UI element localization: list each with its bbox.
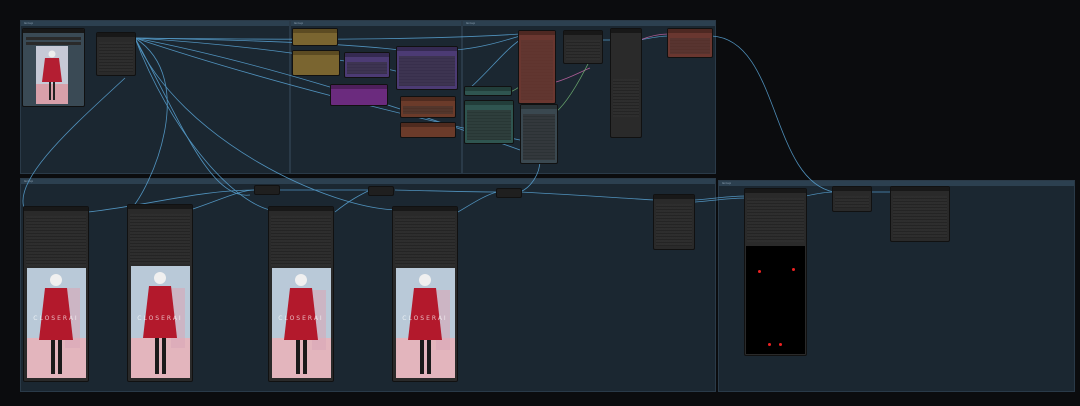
pose-keypoint — [758, 270, 761, 273]
output-image-4: CLOSERAI — [396, 268, 455, 378]
node-graph-canvas[interactable]: Group Group Group Group Group CLOSERAI C… — [0, 0, 1080, 406]
output-image-2: CLOSERAI — [131, 266, 190, 378]
teal-node-1[interactable] — [464, 86, 512, 96]
svg-text:CLOSERAI: CLOSERAI — [137, 315, 182, 322]
yellow-node-1[interactable] — [292, 28, 338, 46]
group-title: Group — [294, 21, 304, 25]
group-bottom-main[interactable]: Group — [20, 178, 716, 392]
yellow-node-2[interactable] — [292, 50, 340, 76]
svg-text:CLOSERAI: CLOSERAI — [402, 315, 447, 322]
pose-preview-image — [746, 246, 805, 354]
dark-node-1[interactable] — [96, 32, 136, 76]
output-image-3: CLOSERAI — [272, 268, 331, 378]
purple-node-1[interactable] — [344, 52, 390, 78]
svg-text:CLOSERAI: CLOSERAI — [33, 315, 78, 322]
group-title: Group — [24, 21, 34, 25]
pose-keypoint — [768, 343, 771, 346]
reroute-node-3[interactable] — [496, 188, 522, 198]
orange-node-2[interactable] — [400, 122, 456, 138]
red-node-large[interactable] — [518, 30, 556, 104]
source-image-thumbnail — [36, 46, 68, 104]
output-image-1: CLOSERAI — [27, 268, 86, 378]
slate-node[interactable] — [520, 104, 558, 164]
dark-node-3[interactable] — [653, 194, 695, 250]
purple-node-2[interactable] — [396, 46, 458, 90]
dark-node-tall[interactable] — [610, 28, 642, 138]
red-node-right[interactable] — [667, 28, 713, 58]
group-title: Group — [722, 181, 732, 185]
group-title: Group — [466, 21, 476, 25]
dark-node-4[interactable] — [832, 186, 872, 212]
reroute-node-2[interactable] — [368, 186, 394, 196]
dark-node-2[interactable] — [563, 30, 603, 64]
group-title: Group — [24, 179, 34, 183]
magenta-node[interactable] — [330, 84, 388, 106]
svg-text:CLOSERAI: CLOSERAI — [278, 315, 323, 322]
pose-keypoint — [779, 343, 782, 346]
pose-keypoint — [792, 268, 795, 271]
orange-node-1[interactable] — [400, 96, 456, 118]
teal-node-2[interactable] — [464, 100, 514, 144]
reroute-node-1[interactable] — [254, 185, 280, 195]
dark-node-5[interactable] — [890, 186, 950, 242]
